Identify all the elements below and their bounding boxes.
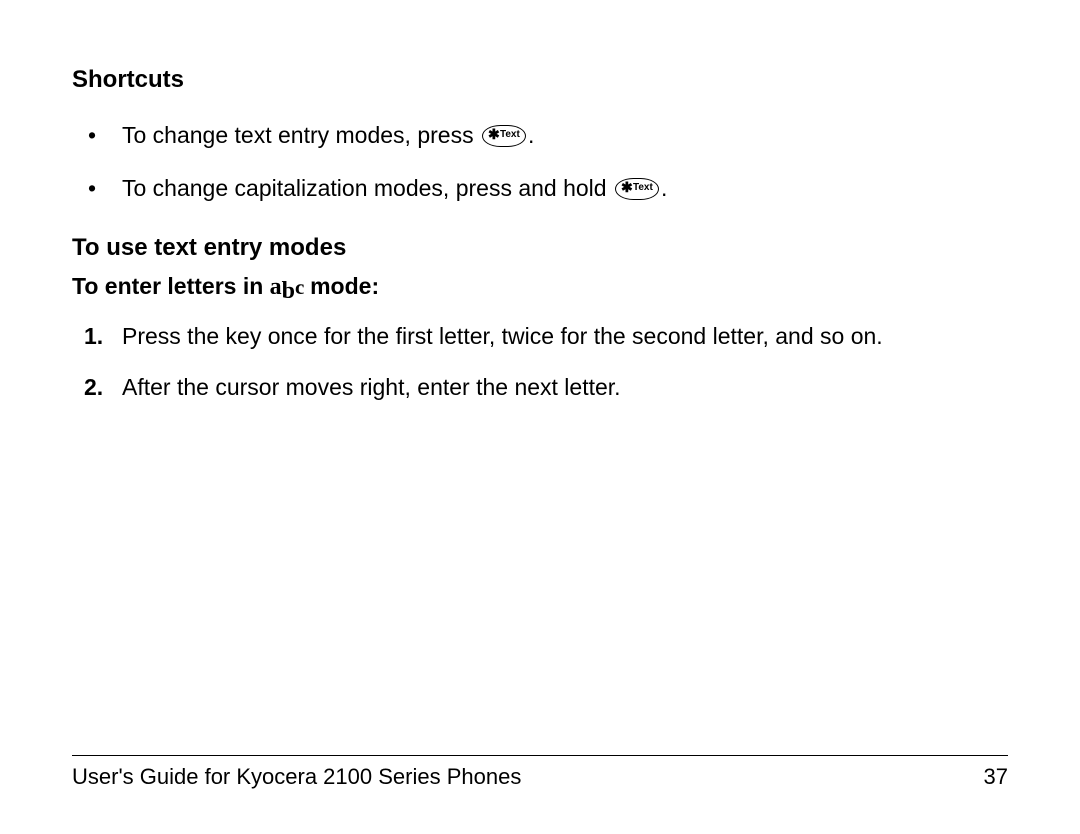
list-item: 2. After the cursor moves right, enter t… [84, 372, 1008, 403]
page-number: 37 [984, 764, 1008, 790]
shortcuts-list: To change text entry modes, press ✱ Text… [72, 120, 1008, 204]
page-content: Shortcuts To change text entry modes, pr… [72, 64, 1008, 403]
heading-enter-letters: To enter letters in abc mode: [72, 271, 1008, 303]
abc-c: c [295, 275, 304, 299]
key-label: Text [500, 130, 520, 140]
bullet-text-post: . [661, 175, 667, 201]
asterisk-icon: ✱ [488, 127, 500, 141]
step-number: 2. [84, 372, 103, 403]
step-text: Press the key once for the first letter,… [122, 323, 883, 349]
heading-pre: To enter letters in [72, 273, 263, 299]
list-item: To change capitalization modes, press an… [88, 173, 1008, 204]
asterisk-icon: ✱ [621, 180, 633, 194]
page-footer: User's Guide for Kyocera 2100 Series Pho… [72, 755, 1008, 790]
step-text: After the cursor moves right, enter the … [122, 374, 621, 400]
footer-title: User's Guide for Kyocera 2100 Series Pho… [72, 764, 521, 790]
bullet-text-pre: To change text entry modes, press [122, 122, 474, 148]
key-label: Text [633, 183, 653, 193]
abc-mode-icon: abc [270, 274, 310, 299]
abc-b: b [282, 278, 295, 304]
bullet-text-post: . [528, 122, 534, 148]
list-item: 1. Press the key once for the first lett… [84, 321, 1008, 352]
step-number: 1. [84, 321, 103, 352]
abc-a: a [270, 274, 282, 300]
list-item: To change text entry modes, press ✱ Text… [88, 120, 1008, 151]
heading-use-modes: To use text entry modes [72, 232, 1008, 264]
star-text-key-icon: ✱ Text [615, 178, 659, 200]
steps-list: 1. Press the key once for the first lett… [72, 321, 1008, 403]
heading-shortcuts: Shortcuts [72, 64, 1008, 96]
bullet-text-pre: To change capitalization modes, press an… [122, 175, 607, 201]
heading-post: mode: [310, 273, 379, 299]
star-text-key-icon: ✱ Text [482, 125, 526, 147]
